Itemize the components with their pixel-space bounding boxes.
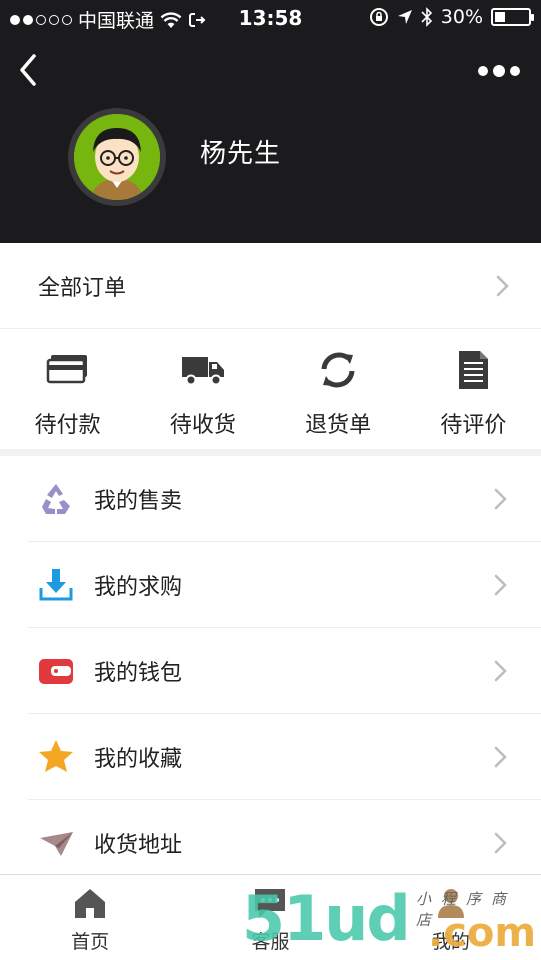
order-status-label: 待评价 (440, 413, 507, 438)
order-status-pending-receipt[interactable]: 待收货 (135, 329, 270, 449)
order-status-label: 待收货 (169, 413, 236, 438)
avatar[interactable] (68, 108, 166, 206)
menu-item-label: 我的求购 (94, 574, 183, 600)
menu-item-my-purchase-requests[interactable]: 我的求购 (28, 542, 541, 628)
chevron-right-icon (494, 660, 507, 681)
all-orders-row[interactable]: 全部订单 (0, 243, 541, 329)
menu-item-my-wallet[interactable]: 我的钱包 (28, 628, 541, 714)
order-status-pending-review[interactable]: 待评价 (406, 329, 541, 449)
order-status-label: 待付款 (34, 413, 101, 438)
avatar-cartoon (74, 114, 160, 200)
order-status-bar: 待付款 待收货 退货单 待评价 (0, 329, 541, 449)
menu-item-label: 收货地址 (94, 832, 183, 858)
order-status-label: 退货单 (305, 413, 372, 438)
location-icon (397, 10, 412, 24)
order-status-pending-payment[interactable]: 待付款 (0, 329, 135, 449)
all-orders-label: 全部订单 (38, 275, 127, 301)
chevron-right-icon (494, 746, 507, 767)
profile-header: 杨先生 (0, 36, 541, 243)
tab-home[interactable]: 首页 (0, 875, 180, 960)
chevron-left-icon (20, 54, 36, 86)
chevron-right-icon (494, 832, 507, 853)
bottom-tab-bar: 首页 客服 我的 (0, 874, 541, 960)
menu-item-label: 我的钱包 (94, 660, 183, 686)
wallet-icon (36, 651, 76, 691)
menu-item-my-favorites[interactable]: 我的收藏 (28, 714, 541, 800)
tab-label: 我的 (431, 931, 470, 953)
tab-label: 首页 (71, 931, 110, 953)
paper-plane-icon (36, 823, 76, 863)
chevron-right-icon (496, 275, 509, 296)
rotation-lock-icon (369, 8, 388, 26)
user-icon (437, 889, 464, 918)
recycle-icon (36, 479, 76, 519)
chevron-right-icon (494, 488, 507, 509)
chat-icon (255, 889, 286, 918)
document-icon (459, 351, 489, 389)
tab-me[interactable]: 我的 (361, 875, 541, 960)
more-dots-icon[interactable] (477, 61, 521, 81)
star-icon (36, 737, 76, 777)
status-right: 30% (369, 6, 534, 28)
menu-item-label: 我的售卖 (94, 488, 183, 514)
download-icon (36, 565, 76, 605)
status-bar: 中国联通 13:58 30% (0, 0, 541, 36)
battery-fill (495, 12, 505, 22)
menu-item-label: 我的收藏 (94, 746, 183, 772)
battery-percent: 30% (440, 6, 483, 28)
chevron-right-icon (494, 574, 507, 595)
order-status-returns[interactable]: 退货单 (271, 329, 406, 449)
bluetooth-icon (421, 7, 432, 27)
tab-label: 客服 (251, 931, 290, 953)
username: 杨先生 (200, 139, 282, 169)
truck-icon (181, 357, 224, 386)
menu-list: 我的售卖 我的求购 我的钱包 我的收藏 收货地址 (0, 456, 541, 874)
menu-item-shipping-address[interactable]: 收货地址 (28, 800, 541, 874)
menu-item-my-sales[interactable]: 我的售卖 (28, 456, 541, 542)
back-button[interactable] (14, 52, 44, 88)
home-icon (75, 889, 106, 918)
tab-customer-service[interactable]: 客服 (180, 875, 360, 960)
battery-icon (491, 8, 534, 26)
refresh-icon (321, 352, 355, 388)
card-icon (46, 355, 87, 384)
